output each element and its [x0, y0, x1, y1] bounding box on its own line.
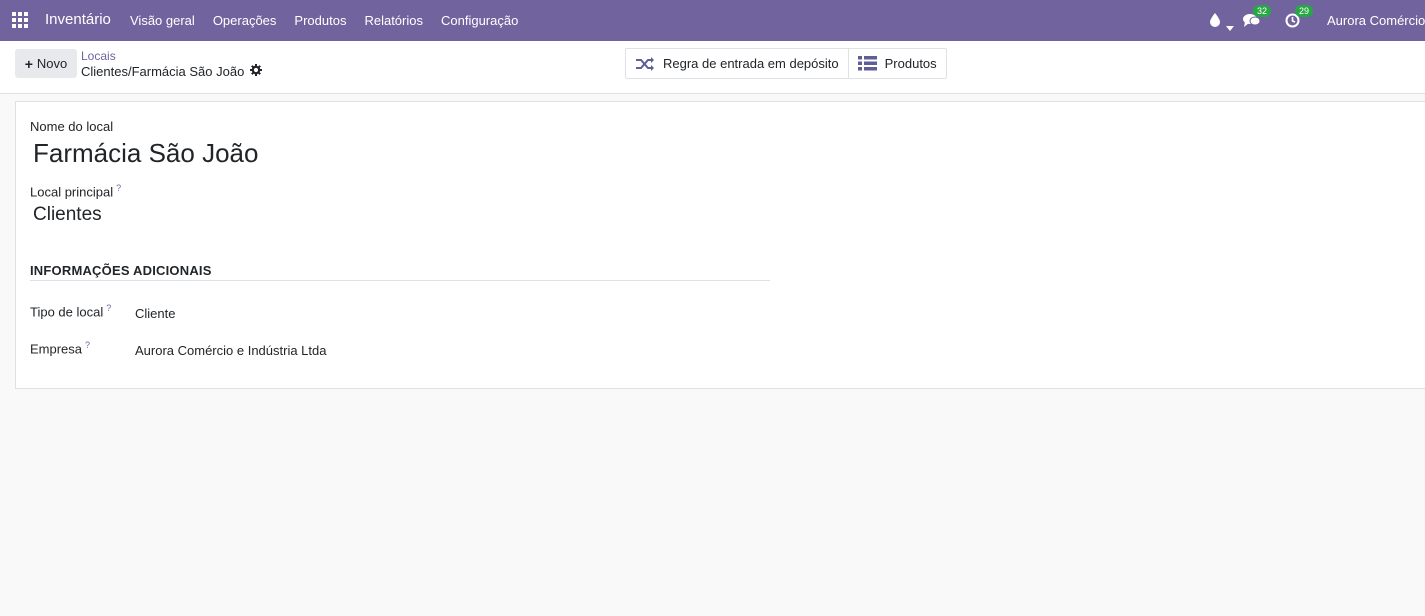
help-icon[interactable]: ?: [116, 183, 121, 193]
menu-item-overview[interactable]: Visão geral: [130, 13, 195, 28]
products-label: Produtos: [884, 56, 937, 71]
drop-icon[interactable]: [1209, 13, 1221, 32]
activities-badge: 29: [1295, 5, 1314, 17]
putaway-rules-label: Regra de entrada em depósito: [663, 56, 839, 71]
messages-button[interactable]: 32: [1243, 5, 1272, 31]
form-sheet: Nome do local Farmácia São João Local pr…: [15, 101, 1425, 389]
location-type-label-text: Tipo de local: [30, 304, 104, 320]
breadcrumb-locations[interactable]: Locais: [81, 49, 116, 63]
parent-location-label: Local principal?: [30, 183, 121, 199]
new-button[interactable]: + Novo: [15, 49, 77, 78]
parent-location-field[interactable]: Clientes: [33, 204, 102, 226]
additional-info-heading: INFORMAÇÕES ADICIONAIS: [30, 263, 770, 281]
location-name-label: Nome do local: [30, 119, 114, 134]
location-name-field[interactable]: Farmácia São João: [33, 138, 258, 169]
company-label: Empresa?: [30, 340, 90, 356]
user-menu[interactable]: Aurora Comércio: [1327, 13, 1425, 28]
menu-item-configuration[interactable]: Configuração: [441, 13, 518, 28]
putaway-rules-button[interactable]: Regra de entrada em depósito: [626, 49, 848, 78]
location-type-field[interactable]: Cliente: [135, 306, 175, 321]
breadcrumb-current: Clientes/Farmácia São João: [81, 64, 263, 79]
help-icon[interactable]: ?: [106, 303, 111, 313]
record-title: Clientes/Farmácia São João: [81, 64, 245, 79]
new-button-label: Novo: [36, 56, 68, 71]
menu-item-reports[interactable]: Relatórios: [364, 13, 423, 28]
parent-location-label-text: Local principal: [30, 184, 114, 200]
list-icon: [857, 56, 877, 71]
activities-button[interactable]: 29: [1285, 5, 1314, 31]
shuffle-icon: [636, 56, 654, 71]
products-button[interactable]: Produtos: [847, 49, 946, 78]
menu-item-operations[interactable]: Operações: [213, 13, 277, 28]
chevron-down-icon[interactable]: [1226, 18, 1234, 36]
help-icon[interactable]: ?: [85, 340, 90, 350]
smart-buttons: Regra de entrada em depósito Produtos: [625, 48, 947, 79]
control-panel: + Novo Locais Clientes/Farmácia São João: [0, 41, 1425, 94]
company-field[interactable]: Aurora Comércio e Indústria Ltda: [135, 343, 326, 358]
location-type-label: Tipo de local?: [30, 303, 111, 319]
plus-icon: +: [24, 55, 33, 72]
main-menu: Visão geral Operações Produtos Relatório…: [130, 13, 536, 28]
app-name[interactable]: Inventário: [45, 11, 111, 28]
top-navbar: Inventário Visão geral Operações Produto…: [0, 0, 1425, 41]
app-menu-icon[interactable]: [12, 12, 28, 28]
messages-badge: 32: [1253, 5, 1272, 17]
gear-icon[interactable]: [250, 64, 263, 79]
menu-item-products[interactable]: Produtos: [294, 13, 346, 28]
company-label-text: Empresa: [30, 341, 83, 357]
